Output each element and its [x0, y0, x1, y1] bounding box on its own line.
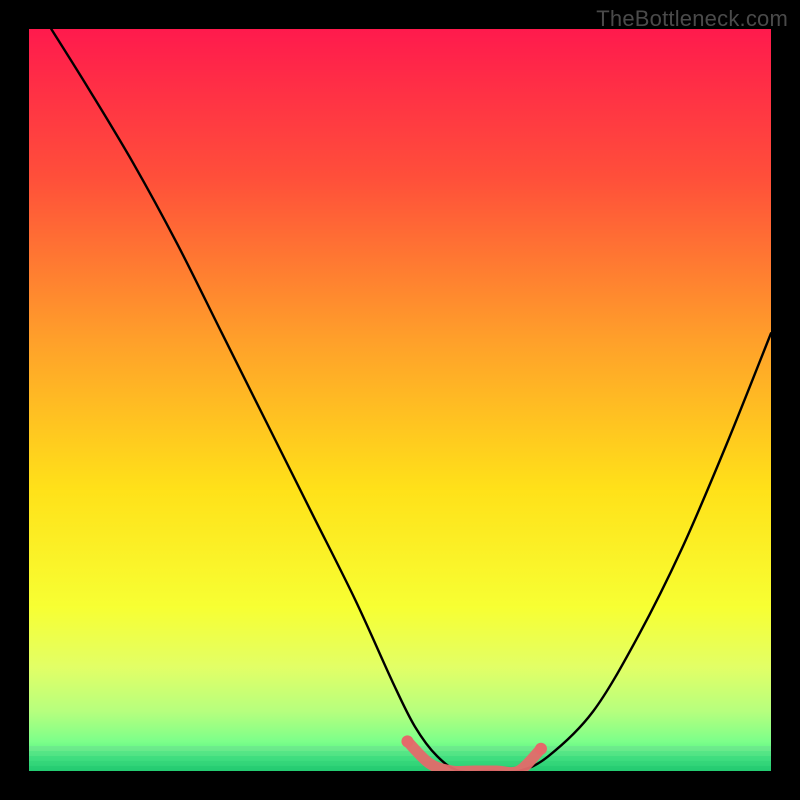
bottom-stripes: [29, 746, 771, 771]
curve-chart: [29, 29, 771, 771]
chart-frame: TheBottleneck.com: [0, 0, 800, 800]
plot-area: [29, 29, 771, 771]
valley-end-dot: [535, 743, 547, 755]
gradient-background: [29, 29, 771, 771]
watermark-text: TheBottleneck.com: [596, 6, 788, 32]
valley-start-dot: [401, 735, 413, 747]
